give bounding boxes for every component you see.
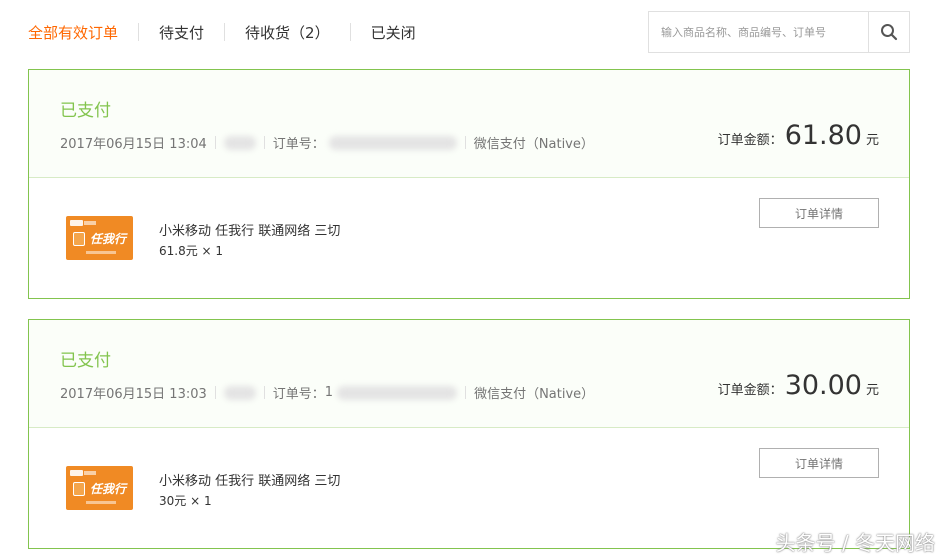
brand-logo-text	[84, 221, 96, 225]
order-tabs: 全部有效订单 待支付 待收货（2） 已关闭	[28, 18, 416, 46]
tab-all-orders[interactable]: 全部有效订单	[28, 22, 118, 43]
watermark: 头条号 / 冬天网络	[775, 531, 935, 555]
payment-method: 微信支付（Native）	[474, 387, 595, 402]
search-input[interactable]	[649, 12, 868, 52]
order-detail-button[interactable]: 订单详情	[759, 448, 879, 478]
product-name[interactable]: 小米移动 任我行 联通网络 三切	[159, 470, 340, 489]
order-amount: 订单金额： 61.80 元	[718, 120, 879, 151]
amount-value: 61.80	[784, 120, 862, 151]
brand-logo-text	[84, 471, 96, 475]
redacted-name	[223, 385, 256, 400]
order-status: 已支付	[60, 351, 111, 371]
amount-unit: 元	[865, 133, 879, 148]
redacted-order-number	[328, 135, 457, 150]
brand-logo	[70, 470, 83, 476]
tab-closed[interactable]: 已关闭	[371, 22, 416, 43]
sim-chip-icon	[73, 482, 85, 496]
product-price-qty: 30元 × 1	[159, 494, 212, 508]
payment-method: 微信支付（Native）	[473, 137, 594, 152]
amount-unit: 元	[865, 383, 879, 398]
order-number-label: 订单号：	[272, 387, 325, 402]
order-status: 已支付	[60, 101, 111, 121]
order-datetime: 2017年06月15日 13:04	[60, 137, 207, 152]
order-number-label: 订单号：	[272, 137, 325, 152]
redacted-name	[223, 135, 256, 150]
sim-chip-icon	[73, 232, 85, 246]
product-price-qty: 61.8元 × 1	[159, 244, 224, 258]
search-button[interactable]	[868, 12, 909, 52]
meta-divider	[464, 136, 466, 149]
meta-divider	[214, 136, 216, 149]
product-thumbnail[interactable]: 任我行	[66, 216, 133, 260]
order-number: 1	[324, 385, 334, 400]
thumbnail-text: 任我行	[90, 232, 127, 246]
order-header: 已支付 2017年06月15日 13:04 订单号： 微信支付（Native） …	[29, 70, 909, 178]
order-search	[648, 11, 910, 53]
search-icon	[881, 24, 898, 41]
amount-value: 30.00	[784, 370, 862, 401]
tab-divider	[138, 23, 140, 41]
thumbnail-footer	[86, 251, 116, 254]
meta-divider	[263, 386, 265, 399]
product-name[interactable]: 小米移动 任我行 联通网络 三切	[159, 220, 340, 239]
order-meta: 2017年06月15日 13:03 订单号： 1 微信支付（Native）	[60, 383, 594, 402]
order-datetime: 2017年06月15日 13:03	[60, 387, 207, 402]
product-thumbnail[interactable]: 任我行	[66, 466, 133, 510]
tab-pending-payment[interactable]: 待支付	[159, 22, 204, 43]
order-card: 已支付 2017年06月15日 13:04 订单号： 微信支付（Native） …	[28, 69, 910, 299]
order-card: 已支付 2017年06月15日 13:03 订单号： 1 微信支付（Native…	[28, 319, 910, 549]
brand-logo	[70, 220, 83, 226]
tab-divider	[224, 23, 226, 41]
order-detail-button[interactable]: 订单详情	[759, 198, 879, 228]
order-meta: 2017年06月15日 13:04 订单号： 微信支付（Native）	[60, 133, 594, 152]
amount-label: 订单金额：	[717, 383, 783, 398]
order-header: 已支付 2017年06月15日 13:03 订单号： 1 微信支付（Native…	[29, 320, 909, 428]
meta-divider	[263, 136, 265, 149]
thumbnail-footer	[86, 501, 116, 504]
meta-divider	[465, 386, 467, 399]
tab-pending-receipt[interactable]: 待收货（2）	[245, 22, 330, 43]
thumbnail-text: 任我行	[90, 482, 127, 496]
tab-divider	[349, 23, 351, 41]
amount-label: 订单金额：	[717, 133, 783, 148]
order-amount: 订单金额： 30.00 元	[718, 370, 879, 401]
order-items: 任我行 小米移动 任我行 联通网络 三切 61.8元 × 1 订单详情	[29, 178, 909, 298]
redacted-order-number	[337, 385, 458, 400]
meta-divider	[214, 386, 216, 399]
